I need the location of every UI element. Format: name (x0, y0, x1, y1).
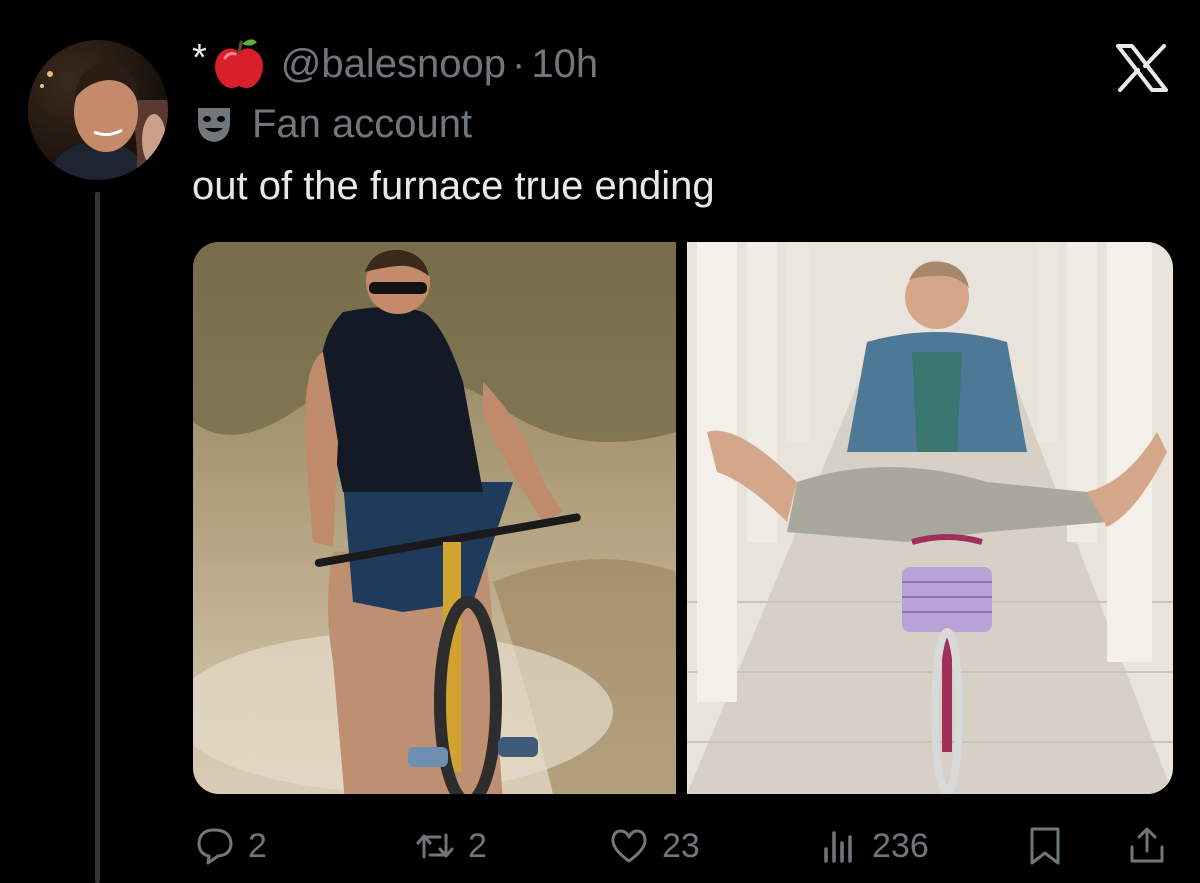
separator: · (512, 41, 526, 86)
theater-mask-icon (194, 104, 234, 144)
tweet-text: out of the furnace true ending (192, 164, 715, 208)
tweet-header: * @balesnoop · 10h (192, 34, 598, 94)
like-button[interactable]: 23 (608, 818, 700, 874)
media-grid (193, 242, 1173, 794)
avatar-photo (28, 40, 168, 180)
thread-line (95, 192, 100, 883)
views-count: 236 (872, 826, 929, 865)
reply-count: 2 (248, 826, 267, 865)
share-button[interactable] (1126, 818, 1180, 874)
views-button[interactable]: 236 (818, 818, 929, 874)
display-name[interactable]: * (192, 37, 207, 80)
bookmark-icon (1030, 827, 1060, 865)
account-label-text: Fan account (252, 101, 473, 146)
like-count: 23 (662, 826, 700, 865)
repost-icon (416, 833, 454, 859)
handle[interactable]: @balesnoop (281, 42, 506, 87)
photo-tricycle[interactable] (687, 242, 1173, 794)
share-icon (1130, 827, 1164, 863)
reply-icon (197, 828, 233, 865)
photo-cyclist[interactable] (193, 242, 676, 794)
red-apple-icon (211, 36, 267, 92)
avatar[interactable] (28, 40, 168, 180)
repost-count: 2 (468, 826, 487, 865)
account-label[interactable]: Fan account (194, 98, 472, 150)
heart-icon (611, 829, 647, 863)
views-icon (824, 831, 852, 863)
x-logo-icon[interactable] (1116, 44, 1168, 92)
bookmark-button[interactable] (1024, 818, 1078, 874)
repost-button[interactable]: 2 (414, 818, 487, 874)
reply-button[interactable]: 2 (194, 818, 267, 874)
action-bar: 2 2 23 236 (0, 818, 1200, 874)
timestamp[interactable]: 10h (531, 42, 598, 87)
